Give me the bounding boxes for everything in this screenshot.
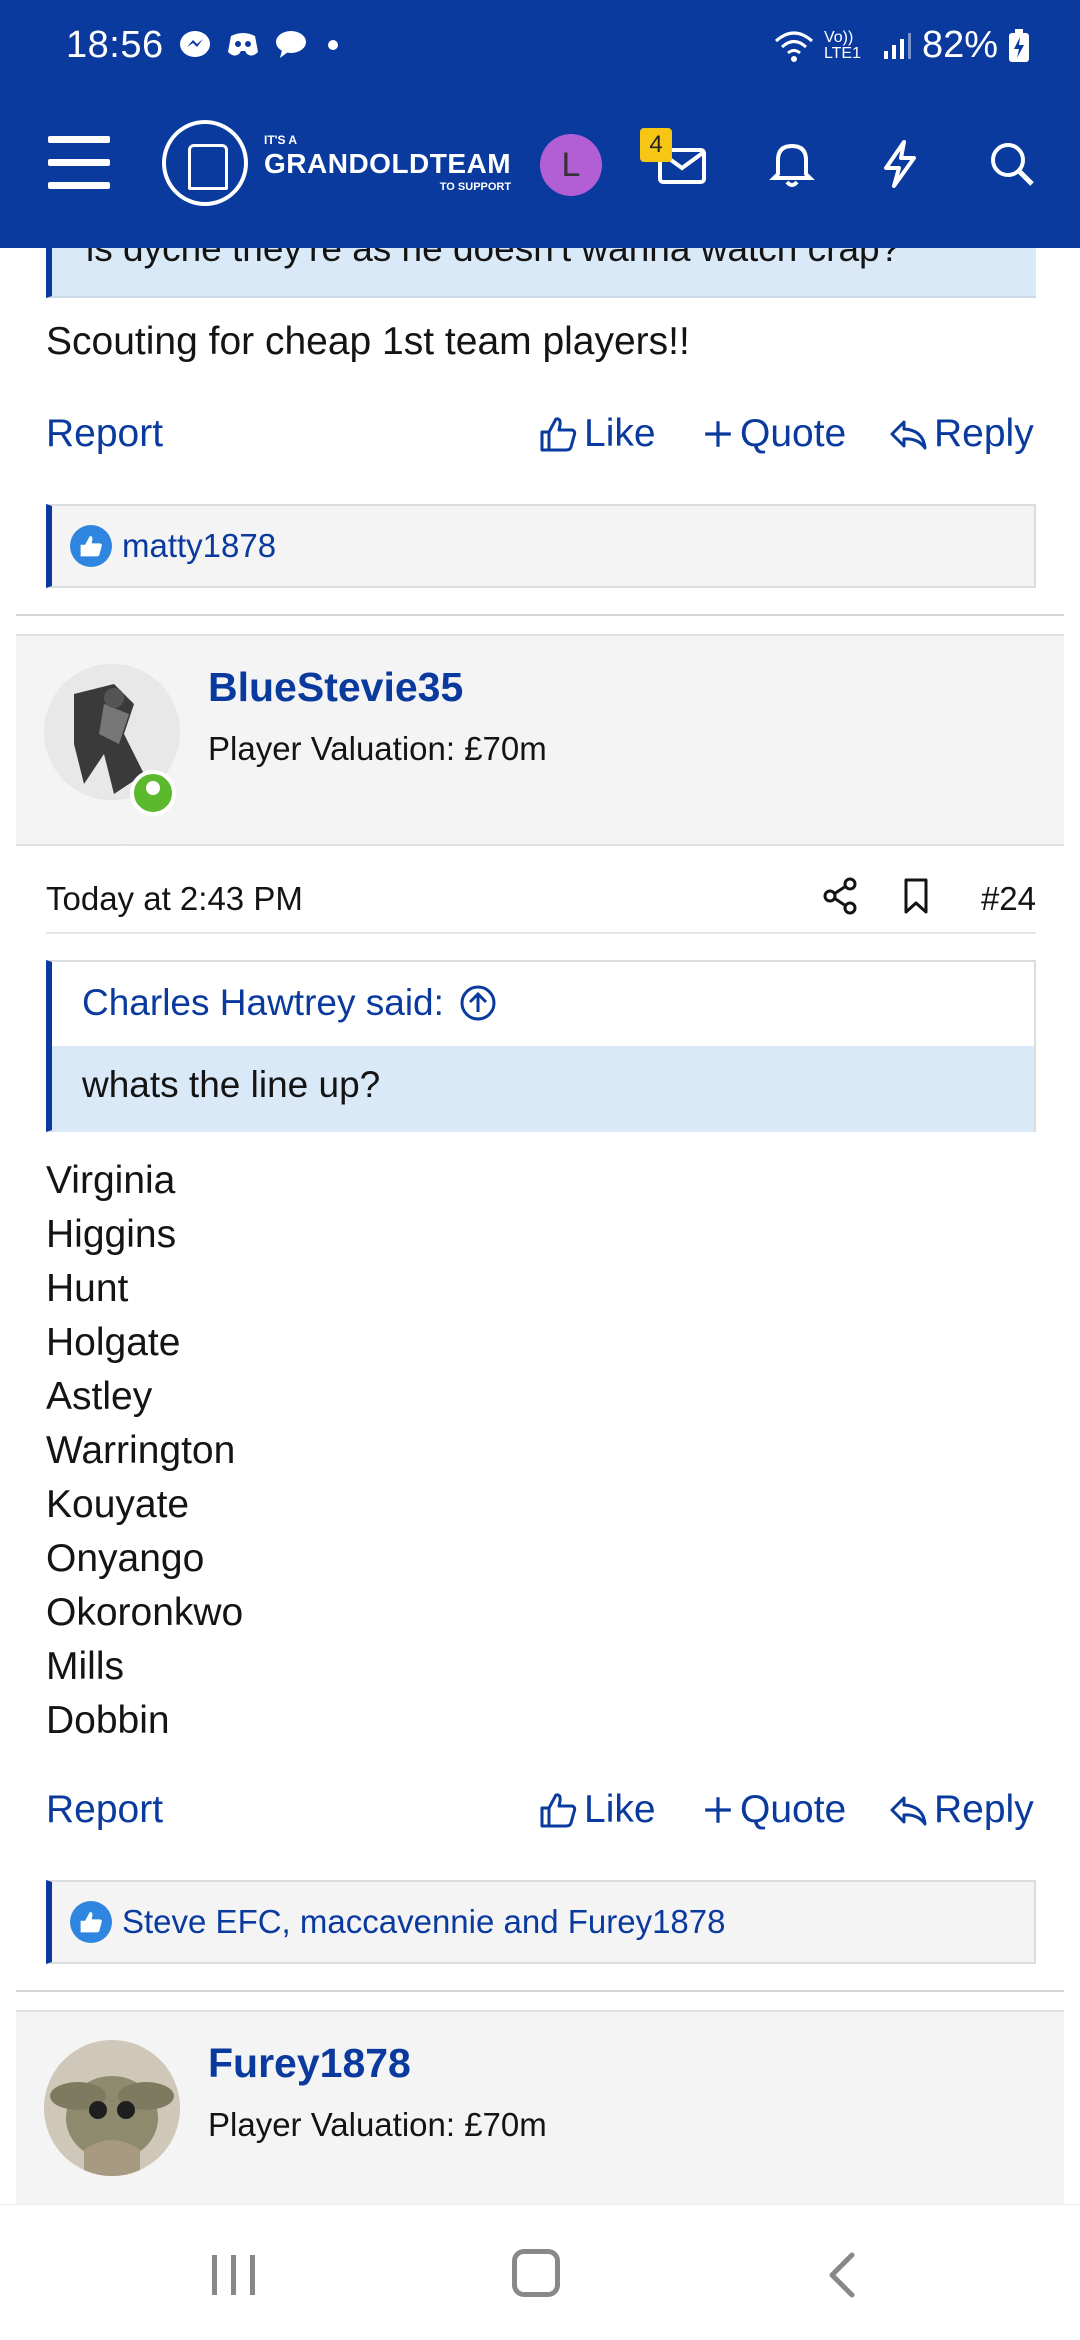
status-right: Vo)) LTE1 82% — [774, 24, 1030, 67]
search-icon[interactable] — [984, 136, 1040, 192]
report-link[interactable]: Report — [46, 1788, 163, 1832]
thumbs-up-icon — [540, 417, 577, 452]
quote-block: Charles Hawtrey said: whats the line up? — [46, 960, 1036, 1132]
wifi-icon — [774, 31, 813, 62]
online-status-icon — [130, 770, 176, 816]
like-reaction-icon — [70, 525, 112, 567]
quote-label: Quote — [740, 412, 847, 455]
network-label: Vo)) LTE1 — [823, 28, 861, 62]
thread-content: is dyche they're as he doesn't wanna wat… — [0, 248, 1080, 2204]
share-icon[interactable] — [820, 876, 860, 916]
status-time: 18:56 — [66, 24, 164, 66]
like-button[interactable]: Like — [538, 412, 656, 456]
post-number[interactable]: #24 — [981, 880, 1036, 918]
messenger-icon — [178, 30, 212, 60]
reply-label: Reply — [934, 1788, 1034, 1831]
reply-icon — [890, 1796, 927, 1826]
post-actions: Report Like Quote Reply — [46, 1788, 1036, 1838]
crest-icon — [162, 120, 248, 206]
menu-icon[interactable] — [48, 136, 110, 190]
username[interactable]: BlueStevie35 — [208, 664, 463, 711]
user-title: Player Valuation: £70m — [208, 2106, 547, 2143]
post-user-block: Furey1878 Player Valuation: £70m — [16, 2010, 1064, 2204]
post-body: Scouting for cheap 1st team players!! — [46, 320, 690, 363]
quote-body: whats the line up? — [52, 1046, 1034, 1132]
like-reaction-icon — [70, 1901, 112, 1943]
reply-icon — [890, 420, 927, 450]
post-divider — [16, 1990, 1064, 1992]
battery-level: 82% — [921, 24, 998, 66]
lineup-item: Virginia — [46, 1159, 176, 1202]
recent-apps-button[interactable] — [212, 2255, 255, 2295]
quote-author[interactable]: Charles Hawtrey said: — [82, 982, 444, 1024]
quote-header[interactable]: Charles Hawtrey said: — [82, 982, 498, 1024]
user-title: Player Valuation: £70m — [208, 730, 547, 767]
caret-pointer — [102, 845, 150, 867]
site-logo[interactable]: IT'S A GRANDOLDTEAM TO SUPPORT — [162, 120, 511, 206]
arrow-up-circle-icon[interactable] — [458, 983, 498, 1023]
notification-icons — [178, 30, 338, 60]
post-divider — [16, 614, 1064, 616]
thumbs-up-icon — [540, 1793, 577, 1828]
post-user-block: BlueStevie35 Player Valuation: £70m — [16, 634, 1064, 867]
system-nav-bar — [0, 2204, 1080, 2340]
user-avatar[interactable] — [44, 2040, 180, 2176]
bookmark-icon[interactable] — [896, 876, 936, 916]
lineup-item: Kouyate — [46, 1483, 190, 1526]
logo-small-text: IT'S A — [264, 132, 298, 147]
like-label: Like — [584, 1788, 656, 1831]
reply-button[interactable]: Reply — [888, 412, 1034, 456]
logo-tagline: TO SUPPORT — [439, 180, 512, 193]
lineup-item: Okoronkwo — [46, 1591, 244, 1634]
lineup-item: Hunt — [46, 1267, 129, 1310]
post-meta: Today at 2:43 PM #24 — [46, 874, 1036, 934]
reply-label: Reply — [934, 412, 1034, 455]
reactions-users[interactable]: matty1878 — [122, 527, 276, 565]
reactions-users[interactable]: Steve EFC, maccavennie and Furey1878 — [122, 1903, 726, 1941]
lineup-item: Warrington — [46, 1429, 236, 1472]
like-button[interactable]: Like — [538, 1788, 656, 1832]
quote-block-partial: is dyche they're as he doesn't wanna wat… — [46, 248, 1036, 298]
reactions-bar[interactable]: Steve EFC, maccavennie and Furey1878 — [46, 1880, 1036, 1964]
post-body-lineup: Virginia Higgins Hunt Holgate Astley War… — [46, 1154, 243, 1748]
more-notifications-dot — [328, 40, 338, 50]
quote-label: Quote — [740, 1788, 847, 1831]
logo-title: GRANDOLDTEAM — [264, 147, 512, 179]
quote-text: whats the line up? — [82, 1064, 381, 1105]
username[interactable]: Furey1878 — [208, 2040, 411, 2087]
inbox-badge: 4 — [640, 128, 672, 162]
plus-icon — [705, 421, 731, 447]
lineup-item: Holgate — [46, 1321, 181, 1364]
quote-button[interactable]: Quote — [702, 412, 846, 456]
chat-icon — [274, 30, 308, 60]
lineup-item: Onyango — [46, 1537, 205, 1580]
plus-icon — [705, 1797, 731, 1823]
signal-icon — [883, 32, 911, 59]
logo-text: IT'S A GRANDOLDTEAM TO SUPPORT — [264, 134, 511, 193]
home-button[interactable] — [512, 2249, 560, 2297]
reactions-bar[interactable]: matty1878 — [46, 504, 1036, 588]
discord-icon — [226, 30, 260, 60]
like-label: Like — [584, 412, 656, 455]
reply-button[interactable]: Reply — [888, 1788, 1034, 1832]
lineup-item: Dobbin — [46, 1699, 170, 1742]
lightning-icon[interactable] — [872, 136, 928, 192]
quote-text: is dyche they're as he doesn't wanna wat… — [86, 248, 901, 269]
app-header: IT'S A GRANDOLDTEAM TO SUPPORT L 4 — [0, 84, 1080, 248]
status-bar: 18:56 Vo)) LTE1 82% — [0, 0, 1080, 84]
battery-icon — [1009, 28, 1029, 62]
lineup-item: Higgins — [46, 1213, 177, 1256]
post-date[interactable]: Today at 2:43 PM — [46, 880, 303, 918]
lineup-item: Mills — [46, 1645, 124, 1688]
report-link[interactable]: Report — [46, 412, 163, 456]
back-button[interactable] — [820, 2251, 868, 2299]
post-actions: Report Like Quote Reply — [46, 412, 1036, 462]
bell-icon[interactable] — [764, 136, 820, 192]
quote-button[interactable]: Quote — [702, 1788, 846, 1832]
lineup-item: Astley — [46, 1375, 153, 1418]
account-avatar[interactable]: L — [540, 134, 602, 196]
